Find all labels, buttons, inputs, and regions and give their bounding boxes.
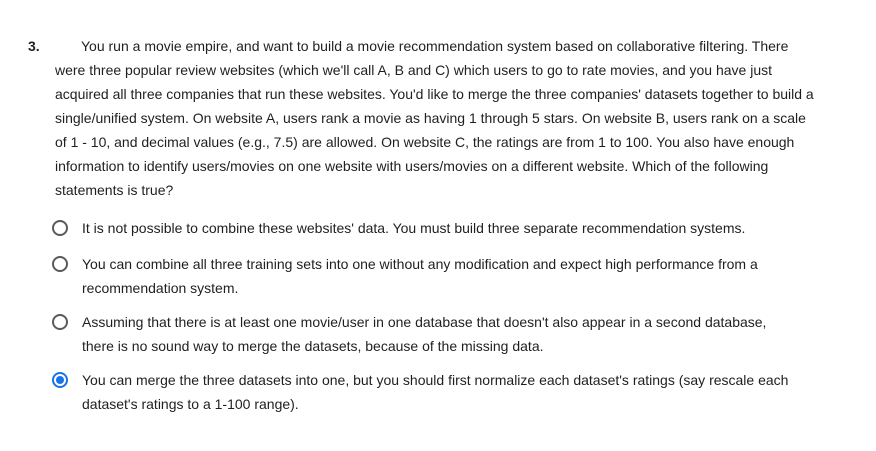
radio-button-1[interactable]: [52, 220, 68, 236]
answer-option-label: It is not possible to combine these webs…: [82, 220, 746, 236]
answer-option-1[interactable]: It is not possible to combine these webs…: [52, 216, 832, 240]
answer-option-4[interactable]: You can merge the three datasets into on…: [52, 368, 832, 416]
answer-option-label: You can combine all three training sets …: [82, 256, 758, 296]
answer-option-3[interactable]: Assuming that there is at least one movi…: [52, 310, 832, 358]
question-text: You run a movie empire, and want to buil…: [55, 38, 814, 198]
answer-options: It is not possible to combine these webs…: [52, 216, 832, 426]
question-number: 3.: [28, 38, 40, 54]
radio-button-4[interactable]: [52, 372, 68, 388]
answer-option-2[interactable]: You can combine all three training sets …: [52, 252, 832, 300]
answer-option-label: You can merge the three datasets into on…: [82, 372, 789, 412]
radio-button-2[interactable]: [52, 256, 68, 272]
answer-option-label: Assuming that there is at least one movi…: [82, 314, 767, 354]
radio-button-3[interactable]: [52, 314, 68, 330]
quiz-question: 3. You run a movie empire, and want to b…: [0, 0, 876, 451]
